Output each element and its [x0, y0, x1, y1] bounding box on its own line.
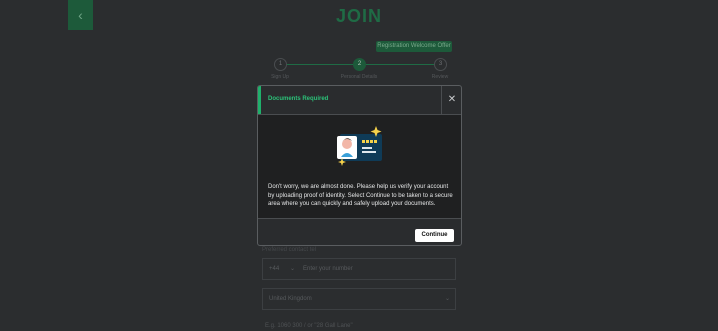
documents-required-modal: Documents Required ✕ Don't worry, we are… — [257, 85, 462, 246]
page-title: JOIN — [335, 6, 382, 26]
close-icon: ✕ — [447, 94, 457, 105]
modal-header: Documents Required ✕ — [258, 86, 461, 115]
country-select[interactable]: United Kingdom ⌄ — [262, 288, 456, 310]
step-2-label: Personal Details — [340, 74, 378, 80]
step-1-label: Sign Up — [271, 74, 289, 80]
chevron-down-icon: ⌄ — [290, 266, 296, 272]
country-value: United Kingdom — [269, 296, 312, 302]
id-card-icon — [337, 126, 382, 166]
phone-field[interactable]: +44 ⌄ Enter your number — [262, 258, 456, 280]
step-2-dot: 2 — [353, 58, 366, 71]
modal-accent-bar — [258, 86, 261, 114]
modal-body: Don't worry, we are almost done. Please … — [258, 115, 461, 218]
phone-input[interactable]: Enter your number — [303, 266, 353, 272]
step-3-label: Review — [431, 74, 449, 80]
promo-badge[interactable]: Registration Welcome Offer — [376, 41, 452, 52]
continue-button[interactable]: Continue — [415, 229, 454, 242]
step-1-dot: 1 — [274, 58, 287, 71]
modal-title: Documents Required — [268, 96, 329, 102]
close-button[interactable]: ✕ — [442, 86, 461, 114]
phone-prefix[interactable]: +44 — [269, 266, 279, 272]
chevron-down-icon: ⌄ — [444, 296, 450, 302]
step-3-dot: 3 — [434, 58, 447, 71]
modal-message: Don't worry, we are almost done. Please … — [268, 184, 453, 208]
address-hint: E.g. 1060 300 / or "28 Gall Lane" — [265, 323, 353, 329]
join-page: ‹ JOIN Registration Welcome Offer 1 2 3 … — [0, 0, 718, 331]
modal-footer: Continue — [258, 218, 461, 245]
phone-label: Preferred contact tel — [262, 247, 317, 253]
